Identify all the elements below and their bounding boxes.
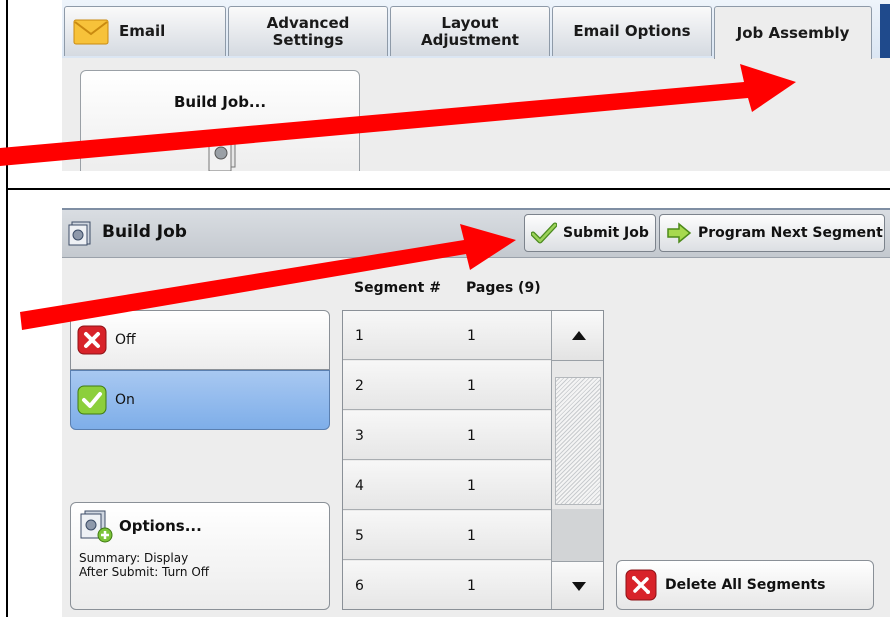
segment-pages: 1 xyxy=(467,328,476,344)
segment-number: 6 xyxy=(355,578,364,594)
table-row[interactable]: 5 1 xyxy=(343,511,551,560)
segment-number: 1 xyxy=(355,328,364,344)
build-job-panel: Build Job Submit Job Program Next Segmen… xyxy=(62,208,890,617)
build-job-icon xyxy=(68,220,94,250)
off-label: Off xyxy=(115,332,136,348)
triangle-down-icon xyxy=(571,582,586,591)
delete-all-segments-label: Delete All Segments xyxy=(665,577,826,593)
tab-email-options[interactable]: Email Options xyxy=(552,6,712,56)
job-assembly-panel: Email Advanced Settings Layout Adjustmen… xyxy=(62,0,890,171)
frame-divider xyxy=(6,188,890,190)
segment-list: 1 1 2 1 3 1 4 1 5 1 6 1 xyxy=(342,310,604,610)
segment-pages: 1 xyxy=(467,378,476,394)
tab-job-assembly-label: Job Assembly xyxy=(736,23,850,42)
table-row[interactable]: 6 1 xyxy=(343,561,551,609)
build-job-header: Build Job Submit Job Program Next Segmen… xyxy=(62,208,890,258)
tab-advanced-settings-label: Advanced Settings xyxy=(266,13,350,49)
segment-number: 5 xyxy=(355,528,364,544)
segment-column-header: Segment # xyxy=(354,280,441,296)
off-option[interactable]: Off xyxy=(70,310,330,370)
green-check-icon xyxy=(77,385,107,415)
table-row[interactable]: 4 1 xyxy=(343,461,551,510)
segment-pages: 1 xyxy=(467,578,476,594)
segment-number: 4 xyxy=(355,478,364,494)
right-arrow-icon xyxy=(667,222,692,244)
table-row[interactable]: 2 1 xyxy=(343,361,551,410)
on-option[interactable]: On xyxy=(70,370,330,430)
options-summary: Summary: Display After Submit: Turn Off xyxy=(79,551,209,579)
scroll-down-button[interactable] xyxy=(552,561,603,609)
tab-bar-edge xyxy=(880,4,890,58)
table-row[interactable]: 1 1 xyxy=(343,311,551,360)
program-next-segment-button[interactable]: Program Next Segment xyxy=(659,214,885,252)
options-label: Options... xyxy=(119,517,202,535)
tab-email[interactable]: Email xyxy=(64,6,226,56)
after-submit-text: After Submit: Turn Off xyxy=(79,565,210,579)
red-x-icon xyxy=(77,325,107,355)
tab-job-assembly[interactable]: Job Assembly xyxy=(714,6,872,59)
page-title: Build Job xyxy=(102,222,187,242)
tab-email-options-label: Email Options xyxy=(573,22,691,40)
submit-job-button[interactable]: Submit Job xyxy=(524,214,656,252)
table-row[interactable]: 3 1 xyxy=(343,411,551,460)
build-job-button[interactable]: Build Job... xyxy=(80,70,360,171)
scroll-thumb[interactable] xyxy=(555,377,601,505)
summary-display-text: Summary: Display xyxy=(79,551,189,565)
tab-bar: Email Advanced Settings Layout Adjustmen… xyxy=(62,0,890,59)
options-button[interactable]: Options... Summary: Display After Submit… xyxy=(70,502,330,610)
segment-pages: 1 xyxy=(467,478,476,494)
segment-pages: 1 xyxy=(467,528,476,544)
delete-all-segments-button[interactable]: Delete All Segments xyxy=(616,560,874,610)
scroll-track xyxy=(552,509,603,561)
on-label: On xyxy=(115,392,135,408)
submit-job-label: Submit Job xyxy=(563,225,649,241)
segment-pages: 1 xyxy=(467,428,476,444)
scrollbar[interactable] xyxy=(551,311,603,609)
tab-layout-adjustment-label: Layout Adjustment xyxy=(421,13,519,49)
envelope-icon xyxy=(73,18,109,46)
pages-column-header: Pages (9) xyxy=(466,280,541,296)
tab-layout-adjustment[interactable]: Layout Adjustment xyxy=(390,6,550,56)
triangle-up-icon xyxy=(571,331,586,340)
build-job-button-label: Build Job... xyxy=(173,93,267,111)
tab-advanced-settings[interactable]: Advanced Settings xyxy=(228,6,388,56)
segment-number: 2 xyxy=(355,378,364,394)
checkmark-icon xyxy=(531,222,557,244)
program-next-segment-label: Program Next Segment xyxy=(698,225,883,241)
tab-email-label: Email xyxy=(119,22,166,40)
build-job-icon xyxy=(207,133,243,171)
delete-segments-icon xyxy=(625,569,657,601)
scroll-up-button[interactable] xyxy=(552,311,603,361)
options-icon xyxy=(80,510,113,543)
segment-number: 3 xyxy=(355,428,364,444)
frame-left-line xyxy=(6,0,8,617)
